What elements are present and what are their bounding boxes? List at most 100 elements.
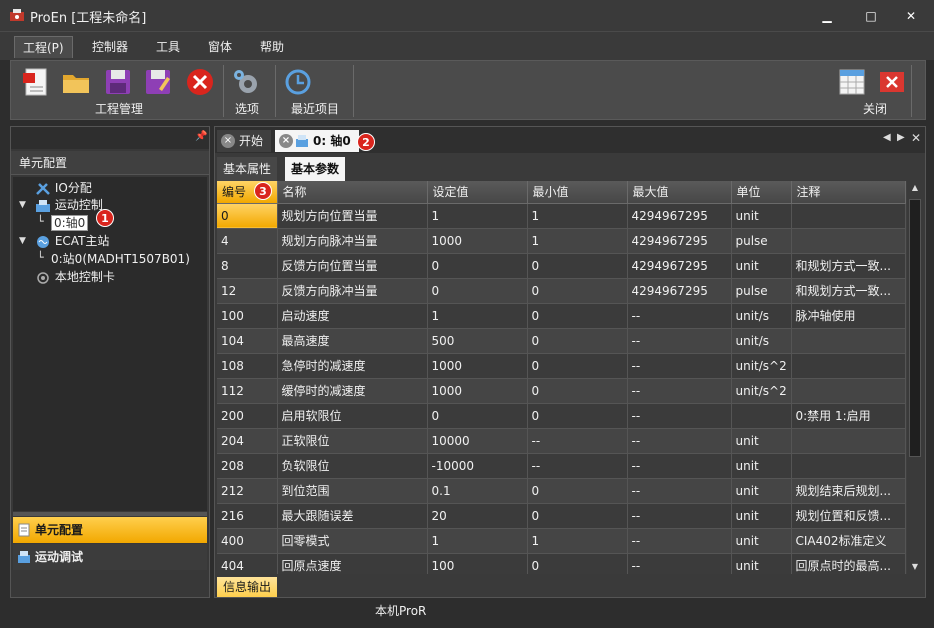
recent-history-icon[interactable] (283, 67, 313, 97)
table-row[interactable]: 12 反馈方向脉冲当量 0 0 4294967295 pulse 和规划方式一致... (217, 278, 906, 304)
table-cell: 到位范围 (277, 478, 428, 504)
table-cell[interactable]: 0 (427, 278, 528, 304)
menu-project[interactable]: 工程(P) (14, 36, 73, 58)
tab-label: 0: 轴0 (313, 134, 351, 148)
new-project-icon[interactable] (21, 67, 51, 97)
maximize-button[interactable]: □ (856, 6, 886, 26)
scroll-thumb[interactable] (909, 199, 921, 457)
close-tab-icon[interactable]: ✕ (911, 131, 921, 145)
tree-item-station0[interactable]: 0:站0(MADHT1507B01) (51, 250, 190, 268)
table-row[interactable]: 200 启用软限位 0 0 -- 0:禁用 1:启用 (217, 403, 906, 429)
tab-basic-parameters[interactable]: 基本参数 (285, 157, 346, 181)
table-cell (791, 378, 906, 404)
scroll-tabs-right-icon[interactable]: ▶ (897, 132, 905, 143)
expand-arrow-icon[interactable]: ▼ (19, 200, 26, 210)
table-row[interactable]: 400 回零模式 1 1 -- unit CIA402标准定义 (217, 528, 906, 554)
minimize-button[interactable]: ▁ (812, 6, 842, 26)
table-cell (791, 203, 906, 229)
table-cell[interactable]: 1000 (427, 353, 528, 379)
save-icon[interactable] (103, 67, 133, 97)
table-row[interactable]: 104 最高速度 500 0 -- unit/s (217, 328, 906, 354)
close-icon[interactable]: × (221, 134, 235, 148)
menu-help[interactable]: 帮助 (252, 36, 292, 58)
table-row[interactable]: 100 启动速度 1 0 -- unit/s 脉冲轴使用 (217, 303, 906, 329)
close-icon[interactable]: × (279, 134, 293, 148)
scroll-up-icon[interactable]: ▲ (907, 181, 923, 195)
table-cell: 0 (527, 553, 628, 574)
tab-axis0[interactable]: × 0: 轴0 (275, 130, 359, 152)
menu-tools[interactable]: 工具 (148, 36, 188, 58)
close-window-icon[interactable] (877, 67, 907, 97)
table-row[interactable]: 8 反馈方向位置当量 0 0 4294967295 unit 和规划方式一致... (217, 253, 906, 279)
open-folder-icon[interactable] (61, 67, 91, 97)
table-view-icon[interactable] (837, 67, 867, 97)
options-label[interactable]: 选项 (235, 100, 259, 117)
table-row[interactable]: 212 到位范围 0.1 0 -- unit 规划结束后规划... (217, 478, 906, 504)
tree-item-ecat[interactable]: ECAT主站 (35, 232, 109, 250)
table-cell[interactable]: 100 (427, 553, 528, 574)
status-text: 本机ProR (375, 604, 427, 618)
tab-info-output[interactable]: 信息输出 (217, 577, 278, 597)
table-row[interactable]: 208 负软限位 -10000 -- -- unit (217, 453, 906, 479)
options-gear-icon[interactable] (231, 67, 261, 97)
vertical-scrollbar[interactable]: ▲ ▼ (907, 181, 923, 574)
table-cell: 200 (217, 403, 278, 429)
column-header[interactable]: 最小值 (527, 181, 628, 204)
table-row[interactable]: 4 规划方向脉冲当量 1000 1 4294967295 pulse (217, 228, 906, 254)
table-cell[interactable]: 1 (427, 303, 528, 329)
table-row[interactable]: 0 规划方向位置当量 1 1 4294967295 unit (217, 203, 906, 229)
nav-unit-config[interactable]: 单元配置 (13, 517, 207, 543)
table-cell[interactable]: 1 (427, 203, 528, 229)
table-row[interactable]: 216 最大跟随误差 20 0 -- unit 规划位置和反馈... (217, 503, 906, 529)
table-cell: pulse (731, 228, 792, 254)
tree-item-local-card[interactable]: 本地控制卡 (35, 268, 115, 286)
menu-controller[interactable]: 控制器 (84, 36, 136, 58)
table-cell: unit (731, 253, 792, 279)
expand-arrow-icon[interactable]: ▼ (19, 236, 26, 246)
table-cell[interactable]: 0.1 (427, 478, 528, 504)
nav-motion-debug[interactable]: 运动调试 (13, 544, 207, 570)
table-cell[interactable]: 500 (427, 328, 528, 354)
table-cell[interactable]: 20 (427, 503, 528, 529)
menu-window[interactable]: 窗体 (200, 36, 240, 58)
pin-icon[interactable]: 📌 (195, 131, 207, 143)
table-row[interactable]: 204 正软限位 10000 -- -- unit (217, 428, 906, 454)
panel-splitter[interactable] (13, 512, 207, 516)
tree-label-station0: 0:站0(MADHT1507B01) (51, 252, 190, 266)
nav-label: 运动调试 (35, 550, 84, 564)
table-cell[interactable]: 1 (427, 528, 528, 554)
table-cell[interactable]: 0 (427, 403, 528, 429)
table-cell[interactable]: -10000 (427, 453, 528, 479)
column-header[interactable]: 注释 (791, 181, 906, 204)
close-window-button[interactable]: ✕ (896, 6, 926, 26)
save-as-icon[interactable] (143, 67, 173, 97)
table-row[interactable]: 404 回原点速度 100 0 -- unit 回原点时的最高... (217, 553, 906, 574)
table-row[interactable]: 112 缓停时的减速度 1000 0 -- unit/s^2 (217, 378, 906, 404)
recent-projects-label[interactable]: 最近项目 (291, 100, 339, 117)
delete-project-icon[interactable] (185, 67, 215, 97)
tree-item-io[interactable]: IO分配 (35, 179, 92, 197)
title-bar: ProEn [工程未命名] ▁ □ ✕ (0, 0, 934, 32)
table-cell: 回原点速度 (277, 553, 428, 574)
ribbon-toolbar: 工程管理 选项 最近项目 关闭 (10, 60, 926, 120)
table-cell: 8 (217, 253, 278, 279)
table-cell: 0 (527, 378, 628, 404)
column-header[interactable]: 名称 (277, 181, 428, 204)
table-cell[interactable]: 10000 (427, 428, 528, 454)
scroll-tabs-left-icon[interactable]: ◀ (883, 132, 891, 143)
scroll-down-icon[interactable]: ▼ (907, 560, 923, 574)
table-cell[interactable]: 0 (427, 253, 528, 279)
close-label[interactable]: 关闭 (863, 100, 887, 117)
table-cell: -- (527, 453, 628, 479)
tree-item-motion[interactable]: 运动控制 (35, 196, 103, 214)
table-cell[interactable]: 1000 (427, 228, 528, 254)
tree-item-axis0[interactable]: 0:轴0 (51, 214, 89, 232)
column-header[interactable]: 设定值 (427, 181, 528, 204)
table-cell[interactable]: 1000 (427, 378, 528, 404)
table-row[interactable]: 108 急停时的减速度 1000 0 -- unit/s^2 (217, 353, 906, 379)
column-header[interactable]: 最大值 (627, 181, 732, 204)
tab-basic-attributes[interactable]: 基本属性 (217, 157, 278, 181)
tab-start[interactable]: × 开始 (217, 130, 272, 152)
app-logo-icon (10, 9, 24, 21)
column-header[interactable]: 单位 (731, 181, 792, 204)
